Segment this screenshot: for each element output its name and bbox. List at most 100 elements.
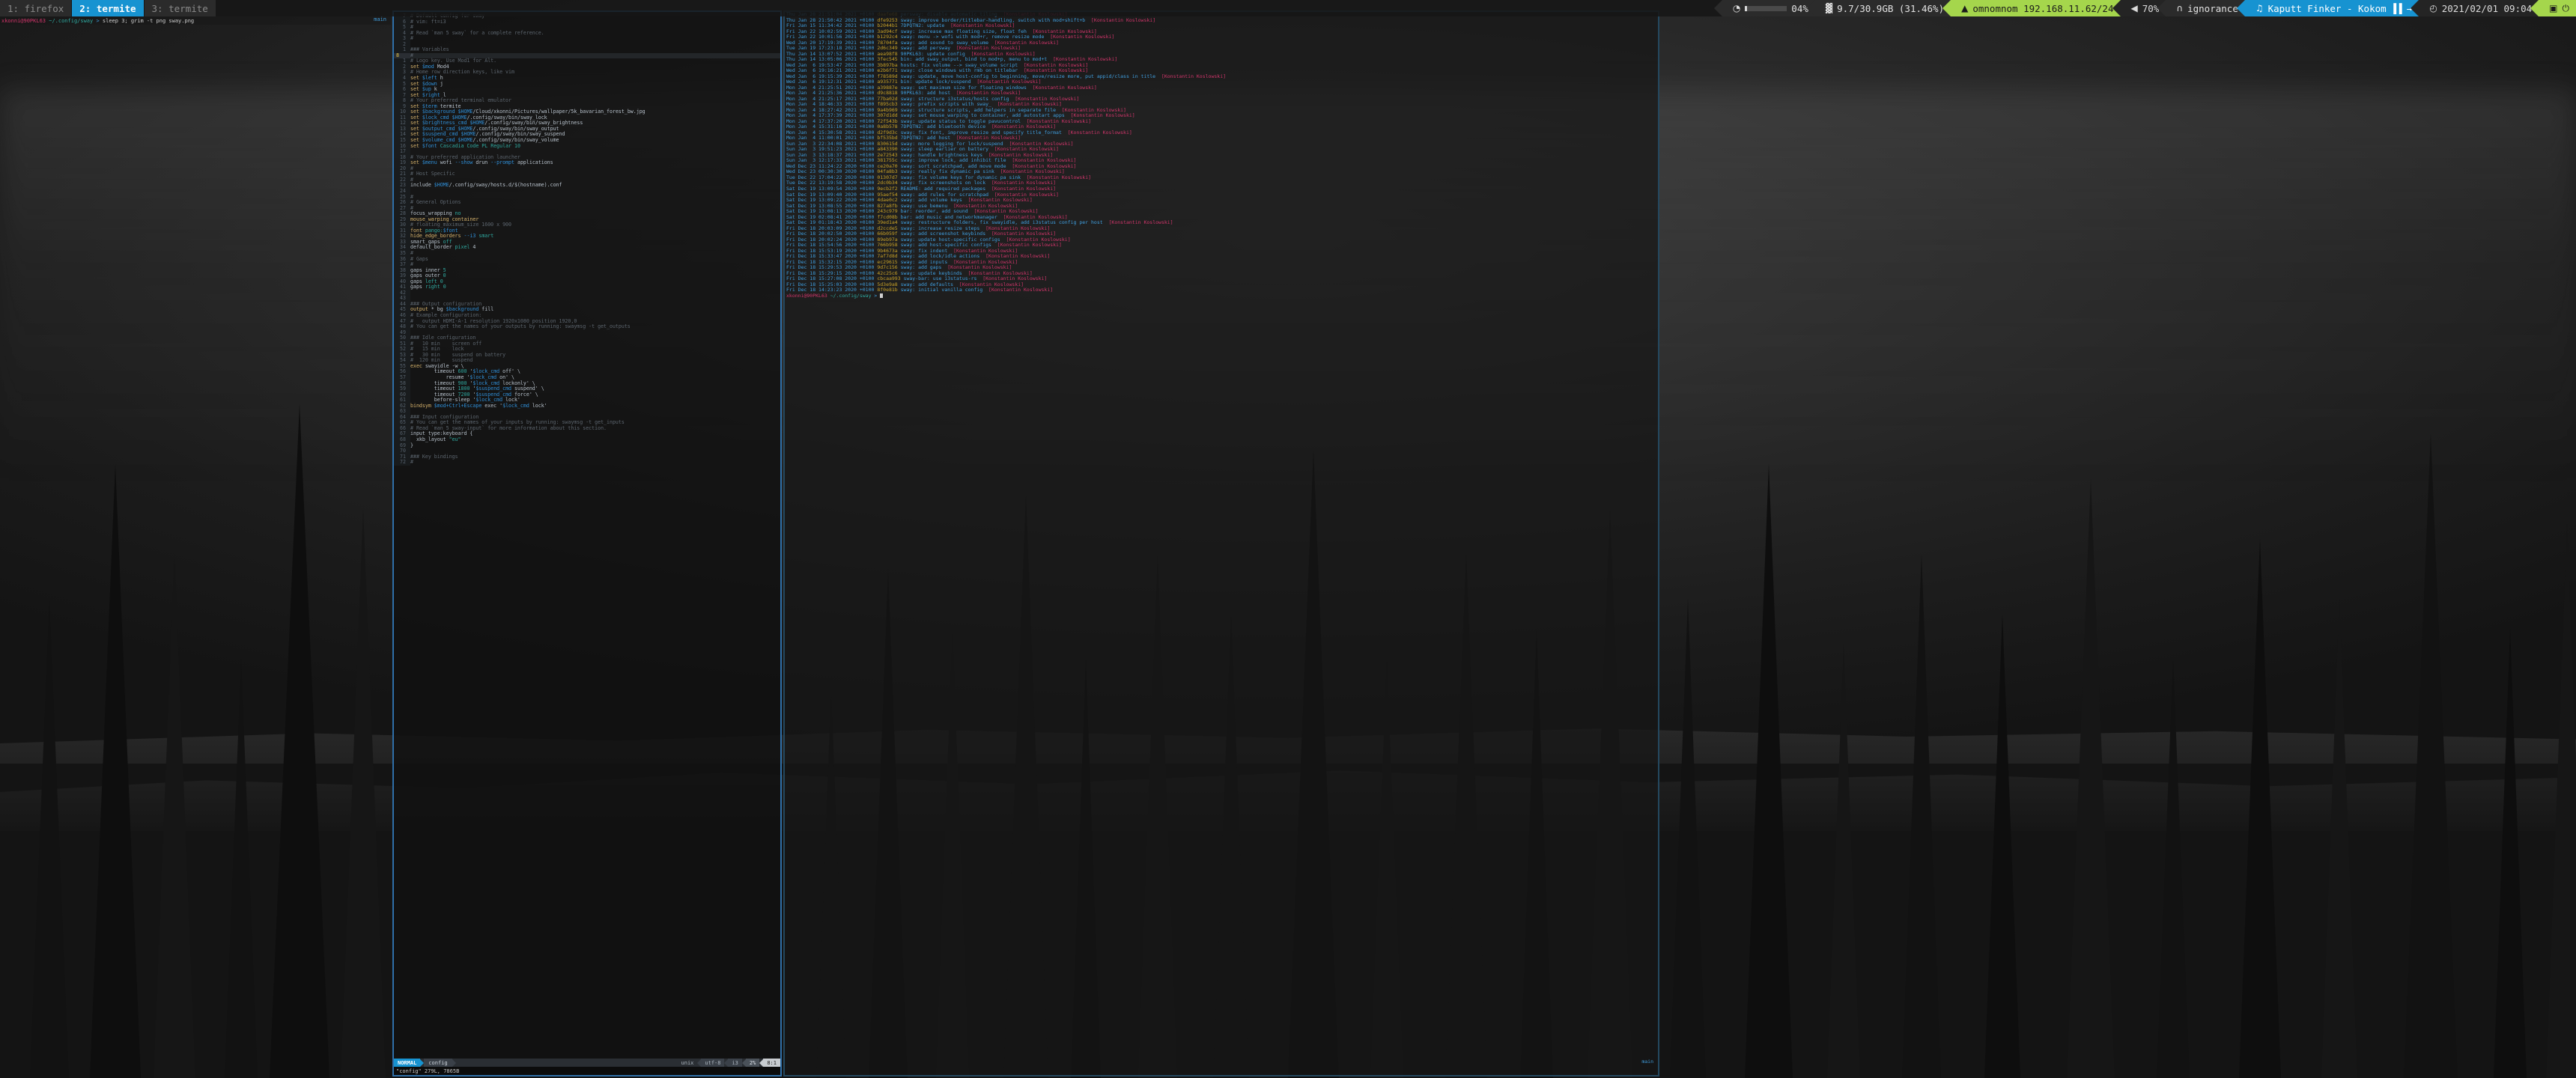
status-block-audio-out[interactable]: ∩ ignorance [2157, 0, 2245, 16]
workspace-button-3[interactable]: 3: termite [144, 0, 216, 16]
editor-line: 21 # Host Specific [394, 171, 780, 177]
code-token: "eu" [449, 436, 461, 443]
sway-status-bar[interactable]: 1: firefox 2: termite 3: termite ◔ 04% ▓ 9.7/… [0, 0, 2576, 16]
line-content: # Gaps [410, 256, 780, 263]
line-content: gaps outer 0 [410, 272, 780, 279]
disk-icon: ▓ [1825, 3, 1833, 13]
code-token: exec ' [482, 402, 503, 409]
code-token: set [410, 142, 422, 149]
line-content: # 10 min screen off [410, 341, 780, 347]
code-token: wofi [437, 159, 455, 166]
line-content: input type:keyboard { [410, 431, 780, 437]
display-icon[interactable]: ▣ [2549, 3, 2557, 13]
line-content: set $down j [410, 81, 780, 88]
code-token: # [410, 459, 413, 466]
editor-line: 3 # Home row direction keys, like vim [394, 70, 780, 76]
editor-line: 39 gaps outer 0 [394, 272, 780, 279]
editor-line: 40 gaps left 0 [394, 278, 780, 285]
status-block-disk[interactable]: ▓ 9.7/30.9GB (31.46%) [1806, 0, 1951, 16]
prompt-symbol: > [874, 292, 881, 299]
code-token: pixel [455, 244, 470, 251]
status-block-clock[interactable]: ◴ 2021/02/01 09:04 [2411, 0, 2539, 16]
wallpaper-tree [1827, 644, 1860, 1078]
battery-level-fill [1745, 5, 1747, 11]
vim-percent: 2% [745, 1059, 760, 1067]
status-block-text: ignorance [2187, 2, 2238, 14]
vim-fileformat: unix [681, 1059, 694, 1066]
commit-author: [Konstantin Koslowski] [1032, 84, 1097, 91]
line-content: include $HOME/.config/sway/hosts.d/$(hos… [410, 183, 780, 189]
line-content: # You can get the names of your outputs … [410, 323, 780, 330]
code-token: +Ctrl+Escape [446, 402, 482, 409]
status-block-network[interactable]: ▲ omnomnom 192.168.11.62/24 [1942, 0, 2121, 16]
pause-icon[interactable]: ▐▐ [2391, 3, 2402, 14]
code-token: lock' [529, 402, 547, 409]
git-log-row: Fri Dec 18 14:23:23 2020 +0100 8f0e81b s… [785, 287, 1658, 293]
wallpaper-tree [2404, 434, 2458, 1078]
editor-line: 2 [394, 41, 780, 48]
system-tray[interactable]: ▣ ⏻ [2530, 0, 2576, 16]
gauge-icon: ◔ [1732, 3, 1741, 13]
code-token: /.config/sway/hosts.d/$(hostname).conf [449, 182, 562, 189]
workspace-list[interactable]: 1: firefox 2: termite 3: termite [0, 0, 216, 16]
status-separator-icon [1806, 0, 1815, 16]
code-token: } [410, 442, 413, 448]
shell-prompt[interactable]: xkonni@90PKL63 ~/.config/sway > [785, 293, 1658, 299]
wallpaper-tree [2239, 539, 2281, 1078]
wallpaper-tree [1670, 599, 1706, 1078]
editor-line: 69} [394, 442, 780, 449]
line-number: 3 [394, 70, 410, 76]
line-content: # [410, 250, 780, 257]
status-block-battery[interactable]: ◔ 04% [1713, 0, 1815, 16]
status-separator-icon [1713, 0, 1722, 16]
commit-author: [Konstantin Koslowski] [1108, 219, 1173, 226]
line-content: # [410, 165, 780, 172]
power-icon[interactable]: ⏻ [2563, 3, 2570, 14]
code-token: $menu [422, 159, 437, 166]
line-content: bindsym $mod+Ctrl+Escape exec '$lock_cmd… [410, 402, 780, 409]
code-token: # Read `man 5 sway` for a complete refer… [410, 29, 544, 36]
line-number: 4 [394, 75, 410, 82]
status-separator-icon [1942, 0, 1951, 16]
line-content: ### Variables [410, 47, 780, 53]
status-block-list[interactable]: ◔ 04% ▓ 9.7/30.9GB (31.46%) ▲ omnomnom 192.16… [1713, 0, 2576, 16]
editor-line: 24 [394, 188, 780, 195]
workspace-button-2[interactable]: 2: termite [72, 0, 144, 16]
line-content: xkb_layout "eu" [410, 436, 780, 443]
editor-line: 48 # You can get the names of your output… [394, 323, 780, 330]
line-content: # General Options [410, 199, 780, 206]
editor-line: 68 xkb_layout "eu" [394, 436, 780, 443]
line-content: set $font Cascadia Code PL Regular 10 [410, 142, 780, 150]
git-terminal-layout-label: main [1641, 1059, 1653, 1065]
commit-author: [Konstantin Koslowski] [1067, 129, 1132, 135]
wallpaper-tree [2546, 524, 2576, 1078]
code-token: 4 [470, 244, 476, 251]
commit-subject: sway: initial vanilla config [900, 287, 989, 293]
wallpaper-tree [2157, 659, 2190, 1078]
status-separator-icon [2157, 0, 2166, 16]
editor-text-area[interactable]: 7# Default config for sway6# vim: ft=i35… [394, 12, 780, 1059]
vim-filetype: i3 [728, 1059, 742, 1067]
code-token: $HOME [434, 182, 449, 189]
line-number: 5 [394, 25, 410, 31]
editor-line: 1 ### Variables [394, 47, 780, 53]
editor-line: 6 set $up k [394, 86, 780, 93]
left-terminal-window[interactable]: xkonni@90PKL63 ~/.config/sway > sleep 3;… [0, 16, 391, 1078]
code-token: bindsym [410, 402, 434, 409]
prompt-user: xkonni@90PKL63 [1, 17, 46, 24]
git-log-terminal-window[interactable]: Thu Jan 28 21:51:04 2021 +0100 daafe68 p… [783, 10, 1659, 1077]
code-token: ### Key bindings [410, 453, 458, 460]
git-log-output[interactable]: Thu Jan 28 21:51:04 2021 +0100 daafe68 p… [785, 12, 1658, 1075]
code-token: --i3 [464, 233, 476, 240]
code-token: include [410, 182, 434, 189]
status-block-music[interactable]: ♫ Kaputt Finker - Kokom ▐▐ → [2236, 0, 2419, 16]
wallpaper-tree [2067, 479, 2115, 1078]
vim-editor-window[interactable]: 7# Default config for sway6# vim: ft=i35… [392, 10, 782, 1077]
status-separator-icon [2112, 0, 2121, 16]
wallpaper-tree [2494, 629, 2527, 1078]
line-number: 2 [394, 64, 410, 70]
editor-line: 37 # [394, 261, 780, 268]
editor-line: 3 # [394, 35, 780, 42]
line-content: # [410, 35, 780, 42]
workspace-button-1[interactable]: 1: firefox [0, 0, 72, 16]
